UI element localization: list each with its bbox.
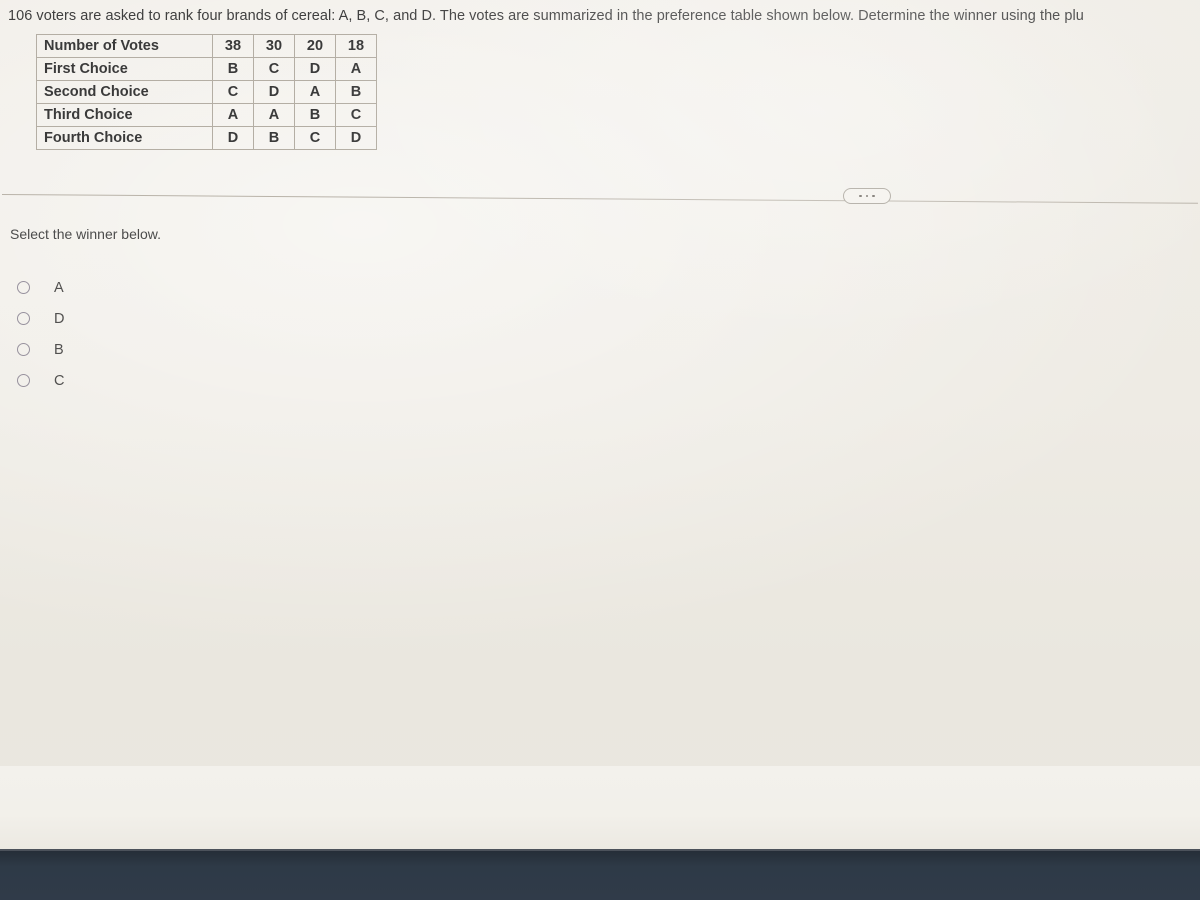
table-row: Number of Votes 38 30 20 18 bbox=[36, 34, 377, 58]
table-cell: B bbox=[294, 103, 336, 127]
radio-button-icon[interactable] bbox=[17, 374, 30, 387]
table-cell: C bbox=[253, 57, 295, 81]
table-row-label: First Choice bbox=[36, 57, 213, 81]
section-divider bbox=[0, 182, 1200, 210]
preference-table-body: Number of Votes 38 30 20 18 First Choice B C D A S… bbox=[36, 34, 377, 150]
table-cell: 30 bbox=[253, 34, 295, 58]
table-cell: B bbox=[212, 57, 254, 81]
table-cell: C bbox=[294, 126, 336, 150]
table-row-label: Number of Votes bbox=[36, 34, 213, 58]
table-row: Third Choice A A B C bbox=[36, 103, 377, 127]
table-cell: D bbox=[294, 57, 336, 81]
select-winner-prompt: Select the winner below. bbox=[10, 226, 161, 242]
table-cell: D bbox=[253, 80, 295, 104]
table-row: Second Choice C D A B bbox=[36, 80, 377, 104]
table-row-label: Third Choice bbox=[36, 103, 213, 127]
radio-button-icon[interactable] bbox=[17, 281, 30, 294]
table-row-label: Fourth Choice bbox=[36, 126, 213, 150]
table-cell: 20 bbox=[294, 34, 336, 58]
ellipsis-dot-2 bbox=[865, 194, 869, 198]
table-cell: D bbox=[212, 126, 254, 150]
table-cell: A bbox=[212, 103, 254, 127]
table-cell: A bbox=[335, 57, 377, 81]
table-row: First Choice B C D A bbox=[36, 57, 377, 81]
page-content: 106 voters are asked to rank four brands… bbox=[0, 0, 1200, 900]
table-cell: C bbox=[212, 80, 254, 104]
table-cell: D bbox=[335, 126, 377, 150]
preference-table: Number of Votes 38 30 20 18 First Choice B C D A S… bbox=[36, 34, 377, 150]
question-statement: 106 voters are asked to rank four brands… bbox=[8, 8, 1084, 24]
winner-option-label: B bbox=[54, 341, 64, 358]
more-options-ellipsis-button[interactable] bbox=[843, 188, 891, 204]
table-cell: A bbox=[253, 103, 295, 127]
table-cell: 18 bbox=[335, 34, 377, 58]
winner-option-label: C bbox=[54, 372, 65, 389]
radio-button-icon[interactable] bbox=[17, 312, 30, 325]
table-cell: B bbox=[335, 80, 377, 104]
radio-button-icon[interactable] bbox=[17, 343, 30, 356]
winner-option-label: D bbox=[54, 310, 65, 327]
winner-option-label: A bbox=[54, 279, 64, 296]
table-row: Fourth Choice D B C D bbox=[36, 126, 377, 150]
table-cell: C bbox=[335, 103, 377, 127]
table-cell: B bbox=[253, 126, 295, 150]
table-cell: 38 bbox=[212, 34, 254, 58]
table-row-label: Second Choice bbox=[36, 80, 213, 104]
divider-line bbox=[1, 194, 1198, 204]
table-cell: A bbox=[294, 80, 336, 104]
ellipsis-dot-1 bbox=[859, 194, 862, 198]
ellipsis-dot-3 bbox=[872, 194, 875, 198]
